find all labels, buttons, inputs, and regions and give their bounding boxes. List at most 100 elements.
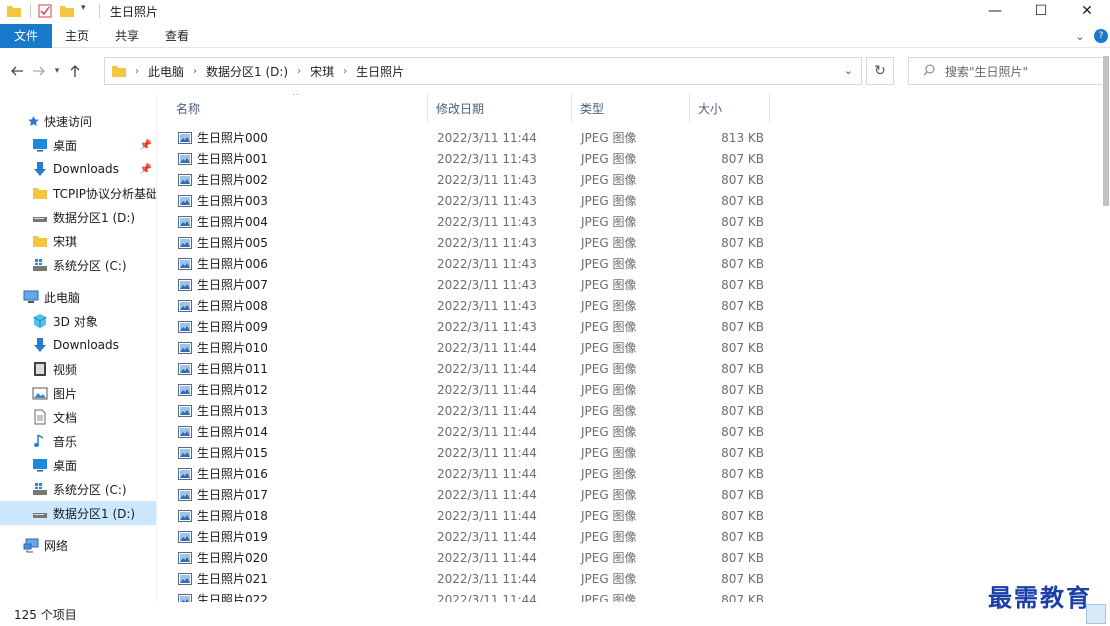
table-row[interactable]: 生日照片018 2022/3/11 11:44 JPEG 图像 807 KB [168,505,776,526]
sidebar-item-label: 数据分区1 (D:) [53,210,136,225]
sidebar-item-downloads[interactable]: Downloads 📌 [0,157,156,181]
breadcrumb-chevron-icon[interactable]: › [297,66,301,77]
table-row[interactable]: 生日照片007 2022/3/11 11:43 JPEG 图像 807 KB [168,274,776,295]
tab-share[interactable]: 共享 [102,24,152,48]
file-type: JPEG 图像 [581,488,637,502]
vertical-scrollbar[interactable] [1102,50,1110,602]
table-row[interactable]: 生日照片003 2022/3/11 11:43 JPEG 图像 807 KB [168,190,776,211]
sidebar-item-desktop-pc[interactable]: 桌面 [0,453,156,477]
table-row[interactable]: 生日照片017 2022/3/11 11:44 JPEG 图像 807 KB [168,484,776,505]
back-button[interactable] [6,60,28,82]
sidebar-item-network[interactable]: 网络 [0,533,156,557]
breadcrumb-birthday-photos[interactable]: 生日照片 [356,63,404,80]
search-box[interactable]: 搜索"生日照片" [908,57,1108,85]
sidebar-item-songqi[interactable]: 宋琪 [0,229,156,253]
file-name: 生日照片004 [197,215,268,229]
table-row[interactable]: 生日照片001 2022/3/11 11:43 JPEG 图像 807 KB [168,148,776,169]
column-header-date[interactable]: 修改日期 [428,94,572,122]
sidebar-item-quick-access[interactable]: 快速访问 [0,109,156,133]
table-row[interactable]: 生日照片016 2022/3/11 11:44 JPEG 图像 807 KB [168,463,776,484]
sidebar-item-music[interactable]: 音乐 [0,429,156,453]
sidebar-item-downloads-pc[interactable]: Downloads [0,333,156,357]
breadcrumb-chevron-icon[interactable]: › [135,66,139,77]
sidebar-item-documents[interactable]: 文档 [0,405,156,429]
jpeg-file-icon [178,572,192,585]
address-bar[interactable]: › 此电脑 › 数据分区1 (D:) › 宋琪 › 生日照片 ⌄ [104,57,862,85]
sidebar-item-3d-objects[interactable]: 3D 对象 [0,309,156,333]
file-date: 2022/3/11 11:44 [437,445,537,460]
tab-file[interactable]: 文件 [0,23,53,48]
pane-divider[interactable] [156,94,157,602]
sidebar-item-label: 桌面 [53,138,78,153]
table-row[interactable]: 生日照片008 2022/3/11 11:43 JPEG 图像 807 KB [168,295,776,316]
search-placeholder: 搜索"生日照片" [945,64,1029,79]
ribbon-right-controls: ⌄ ? [1070,24,1110,48]
sidebar-item-pictures[interactable]: 图片 [0,381,156,405]
pin-icon[interactable]: 📌 [140,140,152,151]
new-folder-icon[interactable] [59,3,75,19]
sidebar-item-drive-c-quick[interactable]: 系统分区 (C:) [0,253,156,277]
file-type: JPEG 图像 [581,530,637,544]
pin-icon[interactable]: 📌 [140,164,152,175]
table-row[interactable]: 生日照片022 2022/3/11 11:44 JPEG 图像 807 KB [168,589,776,602]
sidebar-item-desktop[interactable]: 桌面 📌 [0,133,156,157]
sidebar-item-tcpip[interactable]: TCPIP协议分析基础 [0,181,156,205]
system-drive-icon [32,257,48,273]
file-date: 2022/3/11 11:44 [437,466,537,481]
network-icon [23,537,39,553]
column-header-type[interactable]: 类型 [572,94,690,122]
up-button[interactable] [64,60,86,82]
sidebar-item-drive-d-quick[interactable]: 数据分区1 (D:) [0,205,156,229]
expand-ribbon-chevron-icon[interactable]: ⌄ [1070,30,1090,43]
file-date: 2022/3/11 11:44 [437,340,537,355]
customize-toolbar-chevron-icon[interactable]: ▾ [81,3,91,19]
breadcrumb-chevron-icon[interactable]: › [193,66,197,77]
file-name: 生日照片001 [197,152,268,166]
sidebar-item-videos[interactable]: 视频 [0,357,156,381]
drive-icon [32,209,48,225]
close-button[interactable]: ✕ [1064,0,1110,22]
sidebar-item-drive-d[interactable]: 数据分区1 (D:) [0,501,156,525]
table-row[interactable]: 生日照片011 2022/3/11 11:44 JPEG 图像 807 KB [168,358,776,379]
scrollbar-thumb[interactable] [1103,56,1109,206]
maximize-button[interactable]: ☐ [1018,0,1064,22]
table-row[interactable]: 生日照片012 2022/3/11 11:44 JPEG 图像 807 KB [168,379,776,400]
sidebar-item-drive-c[interactable]: 系统分区 (C:) [0,477,156,501]
table-row[interactable]: 生日照片013 2022/3/11 11:44 JPEG 图像 807 KB [168,400,776,421]
breadcrumb-drive-d[interactable]: 数据分区1 (D:) [206,63,288,80]
file-date: 2022/3/11 11:44 [437,382,537,397]
table-row[interactable]: 生日照片019 2022/3/11 11:44 JPEG 图像 807 KB [168,526,776,547]
file-date: 2022/3/11 11:44 [437,130,537,145]
table-row[interactable]: 生日照片021 2022/3/11 11:44 JPEG 图像 807 KB [168,568,776,589]
table-row[interactable]: 生日照片020 2022/3/11 11:44 JPEG 图像 807 KB [168,547,776,568]
breadcrumb-this-pc[interactable]: 此电脑 [148,63,184,80]
column-header-name[interactable]: 名称 ^ [168,94,428,122]
table-row[interactable]: 生日照片000 2022/3/11 11:44 JPEG 图像 813 KB [168,127,776,148]
table-row[interactable]: 生日照片015 2022/3/11 11:44 JPEG 图像 807 KB [168,442,776,463]
table-row[interactable]: 生日照片010 2022/3/11 11:44 JPEG 图像 807 KB [168,337,776,358]
address-history-chevron-icon[interactable]: ⌄ [844,64,853,77]
file-type: JPEG 图像 [581,257,637,271]
table-row[interactable]: 生日照片014 2022/3/11 11:44 JPEG 图像 807 KB [168,421,776,442]
tab-view[interactable]: 查看 [152,24,202,48]
file-date: 2022/3/11 11:43 [437,298,537,313]
recent-locations-chevron-icon[interactable]: ▾ [50,60,64,82]
tab-home[interactable]: 主页 [52,24,102,48]
jpeg-file-icon [178,383,192,396]
refresh-button[interactable]: ↻ [866,57,894,85]
file-name-cell: 生日照片016 [168,465,428,482]
column-header-size[interactable]: 大小 [690,94,770,122]
sidebar-item-this-pc[interactable]: 此电脑 [0,285,156,309]
breadcrumb-songqi[interactable]: 宋琪 [310,63,334,80]
minimize-button[interactable]: — [972,0,1018,22]
table-row[interactable]: 生日照片004 2022/3/11 11:43 JPEG 图像 807 KB [168,211,776,232]
table-row[interactable]: 生日照片006 2022/3/11 11:43 JPEG 图像 807 KB [168,253,776,274]
table-row[interactable]: 生日照片002 2022/3/11 11:43 JPEG 图像 807 KB [168,169,776,190]
table-row[interactable]: 生日照片009 2022/3/11 11:43 JPEG 图像 807 KB [168,316,776,337]
properties-icon[interactable] [37,3,53,19]
forward-button[interactable] [28,60,50,82]
breadcrumb-chevron-icon[interactable]: › [343,66,347,77]
table-row[interactable]: 生日照片005 2022/3/11 11:43 JPEG 图像 807 KB [168,232,776,253]
help-icon[interactable]: ? [1094,29,1108,43]
jpeg-file-icon [178,299,192,312]
